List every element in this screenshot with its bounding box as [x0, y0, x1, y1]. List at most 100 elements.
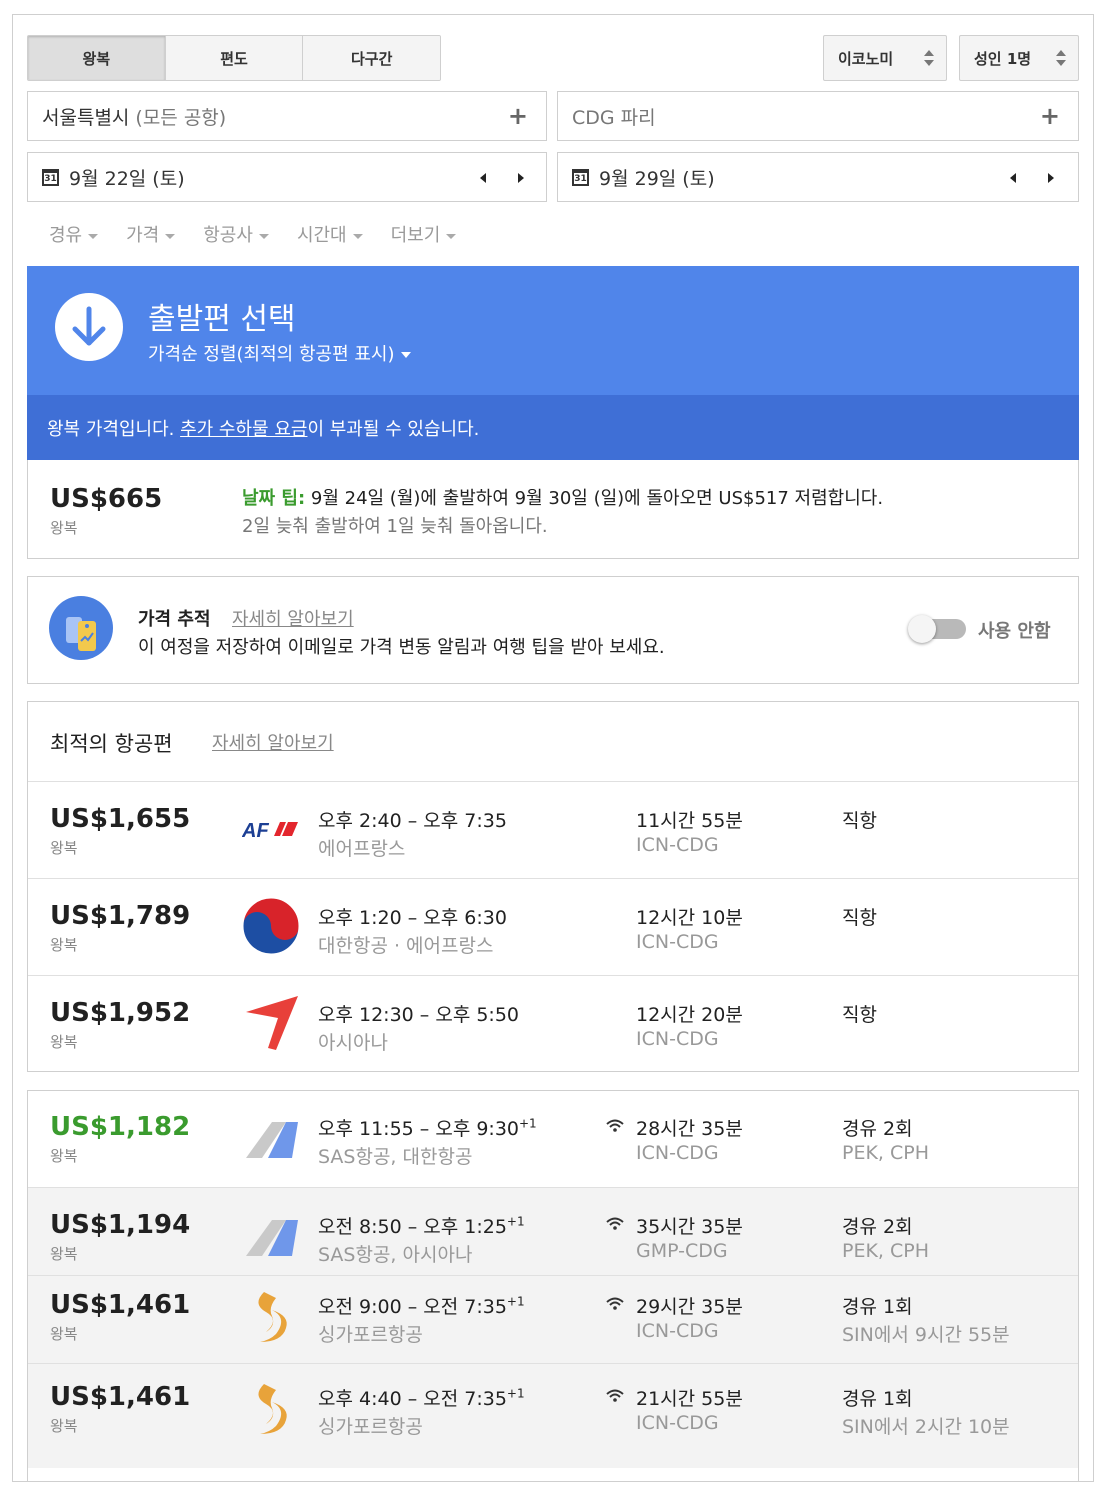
- flight-stop-detail: PEK, CPH: [842, 1240, 930, 1262]
- flight-times: 오후 11:55 – 오후 9:30+1: [318, 1116, 537, 1140]
- price-tracking-card: 가격 추적 자세히 알아보기 이 여정을 저장하여 이메일로 가격 변동 알림과…: [27, 576, 1079, 684]
- flight-stops: 경유 1회: [842, 1296, 913, 1318]
- prev-date-arrow-icon[interactable]: [480, 173, 486, 183]
- return-date: 9월 29일 (토): [599, 167, 715, 190]
- flight-airline: 싱가포르항공: [318, 1324, 423, 1346]
- banner-title: 출발편 선택: [148, 302, 296, 337]
- flight-times: 오후 2:40 – 오후 7:35: [318, 810, 507, 832]
- flight-route: ICN-CDG: [636, 1028, 719, 1050]
- cabin-class-label: 이코노미: [838, 49, 894, 68]
- multi-airline-logo-icon: [242, 1108, 300, 1166]
- filter-airline[interactable]: 항공사: [203, 221, 269, 247]
- flight-row[interactable]: US$1,655 왕복 AF 오후 2:40 – 오후 7:35 에어프랑스 1…: [28, 781, 1078, 878]
- next-date-arrow-icon[interactable]: [518, 173, 524, 183]
- flight-row[interactable]: US$1,789 왕복 오후 1:20 – 오후 6:30 대한항공 · 에어프…: [28, 878, 1078, 975]
- flight-price-type: 왕복: [50, 1033, 78, 1051]
- flight-route: ICN-CDG: [636, 834, 719, 856]
- flight-price: US$1,789: [50, 901, 191, 931]
- flight-airline: SAS항공, 대한항공: [318, 1146, 473, 1168]
- add-origin-plus-icon[interactable]: +: [508, 102, 528, 130]
- tip-price: US$665: [50, 484, 163, 514]
- flight-duration: 35시간 35분: [636, 1216, 743, 1238]
- cabin-class-select[interactable]: 이코노미: [823, 35, 947, 81]
- flight-times: 오후 1:20 – 오후 6:30: [318, 907, 507, 929]
- air-france-logo-icon: AF: [241, 800, 300, 858]
- wifi-icon: [606, 1296, 624, 1310]
- wifi-icon: [606, 1388, 624, 1402]
- flight-row[interactable]: US$1,461 왕복 오전 9:00 – 오전 7:35+1 싱가포르항공 2…: [28, 1275, 1078, 1363]
- best-flights-learn-more-link[interactable]: 자세히 알아보기: [212, 729, 334, 755]
- multi-airline-logo-icon: [242, 1206, 300, 1264]
- flight-row[interactable]: US$1,182 왕복 오후 11:55 – 오후 9:30+1 SAS항공, …: [28, 1090, 1078, 1187]
- flight-stops: 직항: [842, 810, 877, 832]
- flight-price-type: 왕복: [50, 1417, 78, 1435]
- passengers-select[interactable]: 성인 1명: [959, 35, 1079, 81]
- caret-down-icon: [88, 233, 99, 239]
- asiana-logo-icon: [242, 994, 300, 1052]
- flight-duration: 29시간 35분: [636, 1296, 743, 1318]
- flight-airline: SAS항공, 아시아나: [318, 1244, 473, 1266]
- depart-date-field[interactable]: 31 9월 22일 (토): [27, 152, 547, 202]
- flight-airline: 싱가포르항공: [318, 1416, 423, 1438]
- destination-field[interactable]: CDG 파리 +: [557, 91, 1079, 141]
- price-tracking-toggle[interactable]: [908, 615, 968, 643]
- flight-times: 오후 12:30 – 오후 5:50: [318, 1004, 519, 1026]
- flight-stop-detail: SIN에서 9시간 55분: [842, 1324, 1010, 1346]
- wifi-icon: [606, 1216, 624, 1230]
- trip-type-oneway[interactable]: 편도: [165, 36, 304, 80]
- baggage-notice: 왕복 가격입니다. 추가 수하물 요금이 부과될 수 있습니다.: [27, 395, 1079, 460]
- trip-type-multicity[interactable]: 다구간: [303, 36, 440, 80]
- flight-price: US$1,461: [50, 1290, 191, 1320]
- wifi-icon: [606, 1118, 624, 1132]
- flight-stops: 경유 1회: [842, 1388, 913, 1410]
- svg-text:AF: AF: [242, 820, 269, 842]
- updown-arrows-icon: [1056, 48, 1066, 68]
- origin-detail: (모든 공항): [135, 106, 227, 129]
- tip-price-type: 왕복: [50, 519, 78, 537]
- filter-stops[interactable]: 경유: [49, 221, 99, 247]
- add-destination-plus-icon[interactable]: +: [1040, 102, 1060, 130]
- flight-route: ICN-CDG: [636, 1142, 719, 1164]
- baggage-fee-link[interactable]: 추가 수하물 요금: [180, 419, 307, 440]
- caret-down-icon: [352, 233, 363, 239]
- tip-subtext: 2일 늦춰 출발하여 1일 늦춰 돌아옵니다.: [242, 516, 548, 537]
- filter-price[interactable]: 가격: [126, 221, 176, 247]
- flight-price-type: 왕복: [50, 1147, 78, 1165]
- flight-price-type: 왕복: [50, 1245, 78, 1263]
- price-tracking-learn-more-link[interactable]: 자세히 알아보기: [232, 605, 354, 631]
- filter-more[interactable]: 더보기: [391, 221, 457, 247]
- flight-airline: 에어프랑스: [318, 838, 406, 860]
- price-tracking-title: 가격 추적: [138, 609, 211, 630]
- sort-dropdown[interactable]: 가격순 정렬(최적의 항공편 표시): [148, 340, 411, 366]
- flight-route: ICN-CDG: [636, 931, 719, 953]
- flight-times: 오전 9:00 – 오전 7:35+1: [318, 1294, 525, 1318]
- prev-date-arrow-icon[interactable]: [1010, 173, 1016, 183]
- flight-stop-detail: PEK, CPH: [842, 1142, 930, 1164]
- toggle-knob: [908, 615, 936, 643]
- price-tag-icon: [48, 595, 114, 661]
- flight-price: US$1,952: [50, 998, 191, 1028]
- return-date-field[interactable]: 31 9월 29일 (토): [557, 152, 1079, 202]
- updown-arrows-icon: [924, 48, 934, 68]
- flight-stops: 경유 2회: [842, 1118, 913, 1140]
- calendar-icon: 31: [42, 168, 59, 186]
- origin-field[interactable]: 서울특별시 (모든 공항) +: [27, 91, 547, 141]
- flight-stop-detail: SIN에서 2시간 10분: [842, 1416, 1010, 1438]
- flight-times: 오전 8:50 – 오후 1:25+1: [318, 1214, 525, 1238]
- flight-route: ICN-CDG: [636, 1412, 719, 1434]
- flight-route: GMP-CDG: [636, 1240, 728, 1262]
- caret-down-icon: [165, 233, 176, 239]
- date-tip-card: US$665 왕복 날짜 팁: 9월 24일 (월)에 출발하여 9월 30일 …: [27, 460, 1079, 559]
- next-date-arrow-icon[interactable]: [1048, 173, 1054, 183]
- flight-price-type: 왕복: [50, 839, 78, 857]
- trip-type-roundtrip[interactable]: 왕복: [28, 36, 166, 80]
- flight-row[interactable]: US$1,461 왕복 오후 4:40 – 오전 7:35+1 싱가포르항공 2…: [28, 1363, 1078, 1468]
- flight-price: US$1,655: [50, 804, 191, 834]
- flight-row[interactable]: US$1,952 왕복 오후 12:30 – 오후 5:50 아시아나 12시간…: [28, 975, 1078, 1072]
- passengers-label: 성인 1명: [974, 49, 1032, 68]
- caret-down-icon: [400, 352, 411, 358]
- flight-route: ICN-CDG: [636, 1320, 719, 1342]
- filter-times[interactable]: 시간대: [297, 221, 363, 247]
- flight-row[interactable]: US$1,194 왕복 오전 8:50 – 오후 1:25+1 SAS항공, 아…: [28, 1187, 1078, 1284]
- tip-text[interactable]: 날짜 팁: 9월 24일 (월)에 출발하여 9월 30일 (일)에 돌아오면 …: [242, 484, 883, 510]
